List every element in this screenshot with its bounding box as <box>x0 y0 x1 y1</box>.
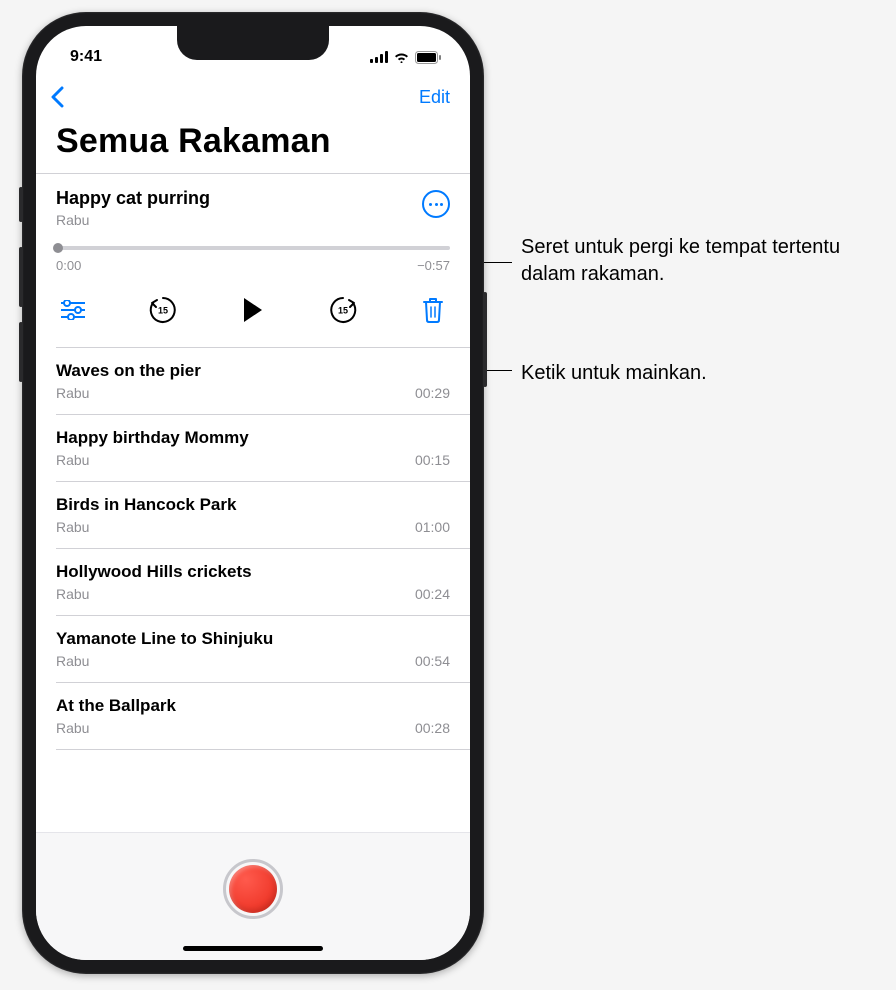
home-indicator[interactable] <box>183 946 323 951</box>
recording-subtitle: Rabu <box>56 519 89 535</box>
recording-title: Birds in Hancock Park <box>56 495 450 515</box>
more-button[interactable] <box>422 190 450 218</box>
recording-subtitle: Rabu <box>56 212 210 228</box>
recording-subtitle: Rabu <box>56 385 89 401</box>
recording-row[interactable]: Hollywood Hills crickets Rabu 00:24 <box>36 549 470 615</box>
recording-duration: 00:15 <box>415 452 450 468</box>
recording-expanded[interactable]: Happy cat purring Rabu 0:00 −0:57 <box>36 174 470 347</box>
skip-back-button[interactable]: 15 <box>148 295 178 325</box>
recording-subtitle: Rabu <box>56 720 89 736</box>
ellipsis-icon <box>429 203 443 206</box>
scrubber-track[interactable] <box>56 246 450 250</box>
divider <box>56 749 470 750</box>
time-elapsed: 0:00 <box>56 258 81 273</box>
status-indicators <box>370 51 442 64</box>
skip-forward-button[interactable]: 15 <box>328 295 358 325</box>
recording-subtitle: Rabu <box>56 586 89 602</box>
cellular-icon <box>370 51 388 63</box>
play-button[interactable] <box>238 295 268 325</box>
side-button-power <box>483 292 487 387</box>
notch <box>177 26 329 60</box>
recording-duration: 00:28 <box>415 720 450 736</box>
recording-subtitle: Rabu <box>56 653 89 669</box>
record-icon <box>229 865 277 913</box>
wifi-icon <box>393 51 410 63</box>
recording-title: Waves on the pier <box>56 361 450 381</box>
recording-subtitle: Rabu <box>56 452 89 468</box>
skip-back-label: 15 <box>158 306 168 316</box>
battery-icon <box>415 51 442 64</box>
delete-button[interactable] <box>418 295 448 325</box>
side-button-silent <box>19 187 23 222</box>
chevron-left-icon <box>50 86 64 108</box>
play-icon <box>242 297 264 323</box>
recording-duration: 00:24 <box>415 586 450 602</box>
side-button-volume-down <box>19 322 23 382</box>
recording-row[interactable]: Birds in Hancock Park Rabu 01:00 <box>36 482 470 548</box>
recording-title: Happy cat purring <box>56 188 210 209</box>
phone-frame: 9:41 Edit Semua Rakaman Happy cat purrin… <box>22 12 484 974</box>
sliders-icon <box>61 300 85 320</box>
recording-title: Yamanote Line to Shinjuku <box>56 629 450 649</box>
recording-row[interactable]: At the Ballpark Rabu 00:28 <box>36 683 470 749</box>
callout-scrubber: Seret untuk pergi ke tempat tertentu dal… <box>521 234 896 288</box>
screen: 9:41 Edit Semua Rakaman Happy cat purrin… <box>36 26 470 960</box>
nav-bar: Edit <box>36 74 470 118</box>
bottom-bar <box>36 832 470 960</box>
scrubber-knob[interactable] <box>53 243 63 253</box>
recording-row[interactable]: Yamanote Line to Shinjuku Rabu 00:54 <box>36 616 470 682</box>
recording-duration: 00:54 <box>415 653 450 669</box>
recording-title: Hollywood Hills crickets <box>56 562 450 582</box>
recording-row[interactable]: Happy birthday Mommy Rabu 00:15 <box>36 415 470 481</box>
edit-button[interactable]: Edit <box>419 87 450 108</box>
page-title: Semua Rakaman <box>36 118 470 173</box>
record-button[interactable] <box>223 859 283 919</box>
back-button[interactable] <box>50 86 64 108</box>
recording-title: Happy birthday Mommy <box>56 428 450 448</box>
recording-duration: 00:29 <box>415 385 450 401</box>
recording-title: At the Ballpark <box>56 696 450 716</box>
recording-row[interactable]: Waves on the pier Rabu 00:29 <box>36 348 470 414</box>
recording-duration: 01:00 <box>415 519 450 535</box>
time-remaining: −0:57 <box>417 258 450 273</box>
skip-forward-label: 15 <box>338 306 348 316</box>
trash-icon <box>422 297 444 323</box>
options-button[interactable] <box>58 295 88 325</box>
side-button-volume-up <box>19 247 23 307</box>
callout-play: Ketik untuk mainkan. <box>521 360 707 387</box>
status-time: 9:41 <box>70 48 102 66</box>
